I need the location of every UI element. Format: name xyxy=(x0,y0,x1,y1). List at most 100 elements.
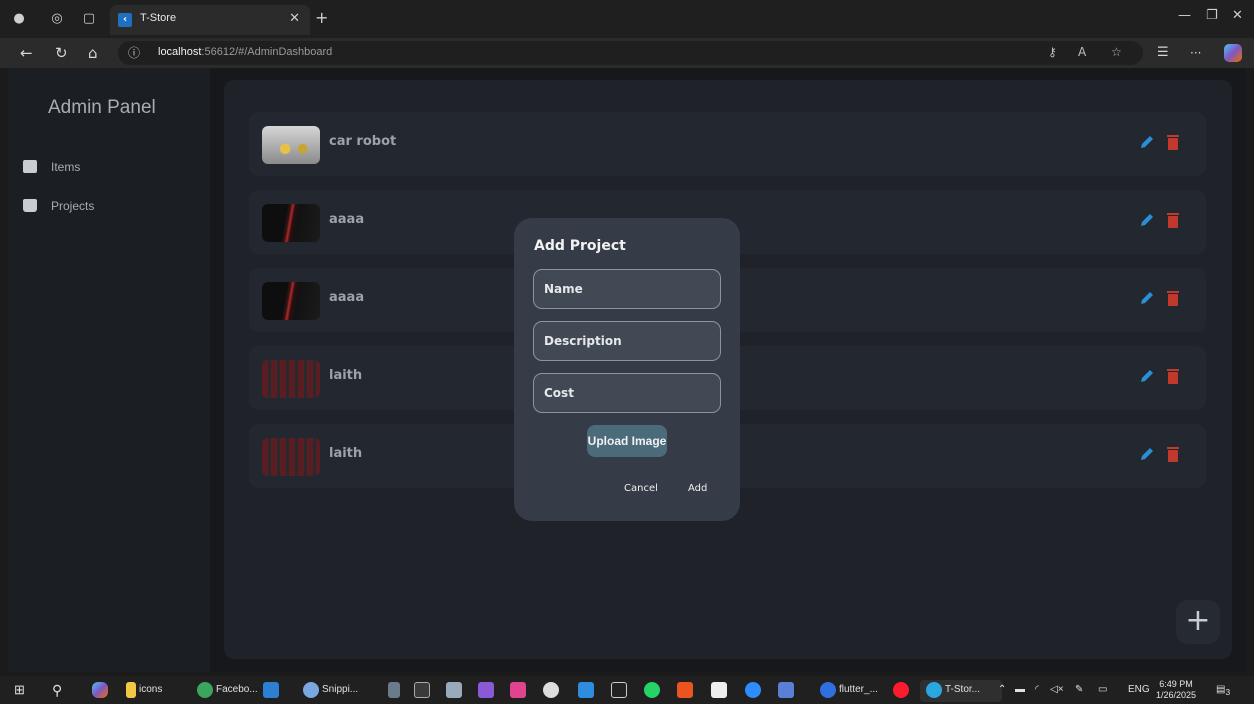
zoom-icon[interactable] xyxy=(745,682,764,698)
clock[interactable]: 6:49 PM 1/26/2025 xyxy=(1156,679,1196,701)
workspaces-icon[interactable]: ◎ xyxy=(48,10,66,28)
taskbar-item-facebook[interactable]: Facebo... xyxy=(197,682,258,698)
project-title: aaaa xyxy=(329,212,365,227)
calculator-icon[interactable] xyxy=(388,682,403,698)
tab-title: T-Store xyxy=(140,12,177,24)
favorite-star-icon[interactable]: ☆ xyxy=(1111,45,1122,59)
url-text: localhost:56612/#/AdminDashboard xyxy=(158,46,333,58)
briefcase-icon xyxy=(23,199,37,212)
password-key-icon[interactable]: ⚷ xyxy=(1048,45,1057,59)
edit-pencil-icon[interactable] xyxy=(1140,135,1154,149)
facebook-app-icon xyxy=(197,682,213,698)
name-input[interactable] xyxy=(534,270,720,308)
delete-trash-icon[interactable] xyxy=(1167,212,1179,228)
copilot-taskbar-icon[interactable] xyxy=(92,682,111,698)
tab-actions-icon[interactable]: ▢ xyxy=(80,10,98,28)
taskbar-item-icons[interactable]: icons xyxy=(126,682,162,698)
cancel-button[interactable]: Cancel xyxy=(624,483,658,494)
app-icon[interactable] xyxy=(446,682,465,698)
edit-pencil-icon[interactable] xyxy=(1140,447,1154,461)
close-window-icon[interactable]: ✕ xyxy=(1232,8,1243,23)
new-tab-icon[interactable]: + xyxy=(315,8,328,27)
app-icon[interactable] xyxy=(778,682,797,698)
site-info-icon[interactable]: ⓘ xyxy=(128,44,140,61)
back-icon[interactable]: ← xyxy=(20,44,33,62)
vscode-icon[interactable] xyxy=(578,682,597,698)
delete-trash-icon[interactable] xyxy=(1167,134,1179,150)
delete-trash-icon[interactable] xyxy=(1167,446,1179,462)
delete-trash-icon[interactable] xyxy=(1167,290,1179,306)
delete-trash-icon[interactable] xyxy=(1167,368,1179,384)
taskbar-item-tstore[interactable]: T-Stor... xyxy=(926,682,980,698)
ubuntu-icon[interactable] xyxy=(677,682,696,698)
project-title: car robot xyxy=(329,134,397,149)
system-tray-chevron-icon[interactable]: ⌃ xyxy=(998,682,1006,698)
refresh-icon[interactable]: ↻ xyxy=(55,44,68,62)
search-icon[interactable]: ⚲ xyxy=(52,682,62,698)
clock-time: 6:49 PM xyxy=(1159,679,1193,689)
read-aloud-icon[interactable]: A xyxy=(1078,45,1086,59)
address-bar: ← ↻ ⌂ ⓘ localhost:56612/#/AdminDashboard… xyxy=(0,38,1254,68)
notification-count: 3 xyxy=(1225,687,1231,697)
flutter-favicon-icon: ‹ xyxy=(118,13,132,27)
edit-pencil-icon[interactable] xyxy=(1140,213,1154,227)
windows-start-icon[interactable]: ⊞ xyxy=(14,682,25,698)
project-thumbnail xyxy=(262,360,320,398)
language-indicator[interactable]: ENG xyxy=(1128,682,1150,698)
cost-input[interactable] xyxy=(534,374,720,412)
keyboard-icon[interactable]: ▭ xyxy=(1098,682,1107,698)
url-field[interactable]: ⓘ localhost:56612/#/AdminDashboard ⚷ A ☆ xyxy=(118,41,1143,65)
app-icon[interactable] xyxy=(543,682,562,698)
project-thumbnail xyxy=(262,204,320,242)
whatsapp-icon[interactable] xyxy=(644,682,663,698)
dialog-title: Add Project xyxy=(534,238,626,254)
project-thumbnail xyxy=(262,282,320,320)
close-tab-icon[interactable]: ✕ xyxy=(289,11,300,26)
restore-icon[interactable]: ❐ xyxy=(1206,8,1218,23)
mail-icon[interactable] xyxy=(263,682,282,698)
copilot-icon[interactable] xyxy=(1224,44,1242,62)
add-project-fab-button[interactable]: + xyxy=(1176,600,1220,644)
project-title: laith xyxy=(329,368,363,383)
taskbar-item-flutter[interactable]: flutter_... xyxy=(820,682,878,698)
clock-date: 1/26/2025 xyxy=(1156,690,1197,700)
project-thumbnail xyxy=(262,126,320,164)
pen-icon[interactable]: ✎ xyxy=(1075,682,1083,698)
favorites-icon[interactable]: ☰ xyxy=(1157,44,1169,62)
sidebar-title: Admin Panel xyxy=(48,97,156,118)
wifi-icon[interactable]: ◜ xyxy=(1035,682,1039,698)
cost-field xyxy=(533,373,721,413)
sidebar-item-label: Projects xyxy=(51,199,95,213)
volume-muted-icon[interactable]: ◁× xyxy=(1050,682,1064,698)
jetbrains-icon[interactable] xyxy=(510,682,529,698)
app-icon[interactable] xyxy=(711,682,730,698)
opera-icon[interactable] xyxy=(893,682,912,698)
more-menu-icon[interactable]: ··· xyxy=(1190,44,1201,62)
project-thumbnail xyxy=(262,438,320,476)
sidebar: Admin Panel Items Projects xyxy=(8,68,210,672)
add-button[interactable]: Add xyxy=(688,483,707,494)
terminal-icon[interactable] xyxy=(414,682,433,698)
description-field xyxy=(533,321,721,361)
upload-image-button[interactable]: Upload Image xyxy=(587,425,667,457)
description-input[interactable] xyxy=(534,322,720,360)
sidebar-item-label: Items xyxy=(51,160,81,174)
browser-tab-bar: ● ◎ ▢ ‹ T-Store ✕ + — ❐ ✕ xyxy=(0,0,1254,38)
battery-icon[interactable]: ▬ xyxy=(1015,682,1025,698)
list-item[interactable]: car robot xyxy=(249,112,1206,176)
browser-tab[interactable]: ‹ T-Store ✕ xyxy=(110,5,310,35)
profile-icon[interactable]: ● xyxy=(10,10,28,28)
visual-studio-icon[interactable] xyxy=(478,682,497,698)
edit-pencil-icon[interactable] xyxy=(1140,369,1154,383)
project-title: aaaa xyxy=(329,290,365,305)
sidebar-item-items[interactable]: Items xyxy=(23,157,203,179)
taskbar-item-snipping[interactable]: Snippi... xyxy=(303,682,358,698)
audio-app-icon[interactable] xyxy=(611,682,630,698)
minimize-icon[interactable]: — xyxy=(1178,8,1191,23)
home-icon[interactable]: ⌂ xyxy=(88,44,98,62)
edit-pencil-icon[interactable] xyxy=(1140,291,1154,305)
folder-icon xyxy=(126,682,136,698)
notifications-icon[interactable]: ▤3 xyxy=(1216,682,1230,698)
windows-taskbar: ⊞ ⚲ icons Facebo... Snippi... flutter_..… xyxy=(0,676,1254,704)
sidebar-item-projects[interactable]: Projects xyxy=(23,196,203,218)
